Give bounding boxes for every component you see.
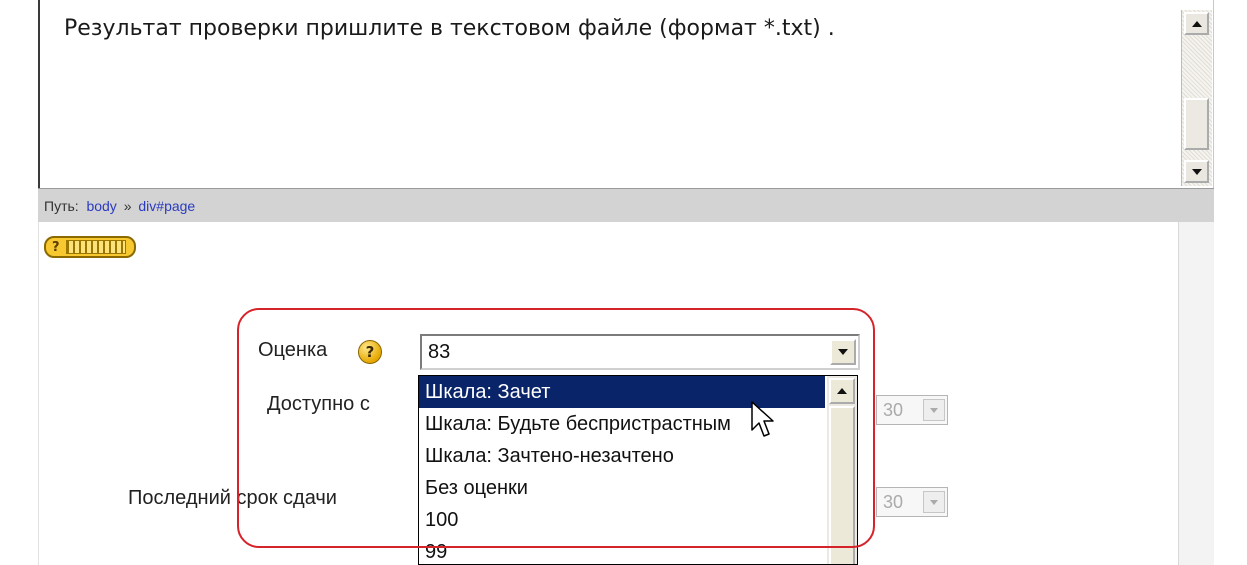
arrow-up-icon (837, 388, 847, 394)
path-separator: » (123, 198, 132, 214)
due-date-label: Последний срок сдачи (128, 487, 337, 509)
arrow-up-icon (1191, 20, 1202, 27)
path-bar: Путь: body » div#page (38, 188, 1214, 222)
dropdown-option[interactable]: Шкала: Будьте беспристрастным (419, 408, 857, 440)
mouse-cursor-icon (751, 401, 774, 437)
path-label: Путь: (44, 198, 79, 214)
chevron-down-icon (930, 499, 938, 505)
text-editor[interactable]: Результат проверки пришлите в текстовом … (38, 0, 1214, 188)
dropdown-option[interactable]: Шкала: Зачтено-незачтено (419, 440, 857, 472)
dropdown-scroll-thumb[interactable] (829, 406, 855, 564)
question-icon[interactable]: ? (358, 340, 382, 364)
path-crumb-body[interactable]: body (86, 198, 116, 214)
dropdown-scroll-up-button[interactable] (829, 378, 855, 404)
available-minute-select[interactable]: 30 (876, 395, 948, 425)
due-minute-toggle[interactable] (923, 491, 945, 513)
available-minute-toggle[interactable] (923, 399, 945, 421)
grade-select-toggle[interactable] (830, 339, 856, 365)
grade-dropdown-list[interactable]: Шкала: Зачет Шкала: Будьте беспристрастн… (418, 375, 858, 565)
dropdown-option[interactable]: 99 (419, 536, 857, 564)
page-border (38, 222, 39, 565)
help-icon: ? (52, 239, 60, 255)
editor-help-button[interactable]: ? (44, 236, 136, 258)
available-from-label: Доступно с (267, 393, 370, 415)
grade-select[interactable]: 83 (420, 334, 860, 370)
available-minute-value: 30 (883, 400, 904, 420)
dropdown-option[interactable]: Без оценки (419, 472, 857, 504)
page-right-column (1178, 222, 1214, 565)
keyboard-icon (65, 240, 126, 254)
grade-select-value: 83 (428, 341, 451, 363)
editor-scrollbar[interactable] (1181, 10, 1212, 186)
editor-content: Результат проверки пришлите в текстовом … (64, 16, 835, 41)
scroll-thumb[interactable] (1184, 98, 1209, 150)
path-crumb-page[interactable]: div#page (138, 198, 195, 214)
scroll-down-button[interactable] (1184, 160, 1209, 183)
scroll-up-button[interactable] (1184, 12, 1209, 35)
due-minute-select[interactable]: 30 (876, 487, 948, 517)
grade-label: Оценка (258, 339, 328, 361)
dropdown-option[interactable]: 100 (419, 504, 857, 536)
dropdown-scrollbar[interactable] (827, 376, 857, 564)
arrow-down-icon (1191, 168, 1202, 175)
chevron-down-icon (930, 407, 938, 413)
chevron-down-icon (838, 349, 848, 355)
due-minute-value: 30 (883, 492, 904, 512)
